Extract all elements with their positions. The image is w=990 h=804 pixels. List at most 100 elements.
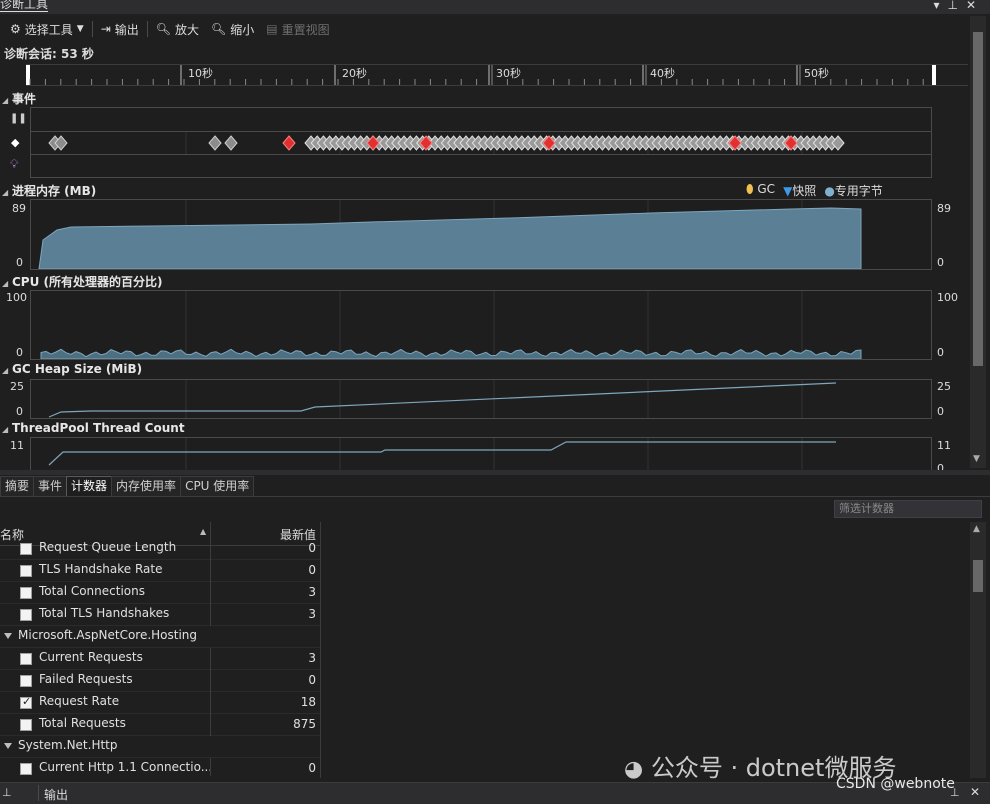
collapse-icon[interactable]: ◢ [2, 188, 8, 197]
gc-marker-icon: ⬮ [746, 182, 754, 196]
legend-snapshot-label: 快照 [792, 184, 817, 198]
reset-view-button[interactable]: ▤ 重置视图 [260, 18, 335, 40]
tab-cpu-usage[interactable]: CPU 使用率 [180, 476, 255, 496]
scroll-up-icon[interactable]: ▲ [973, 524, 980, 534]
counter-checkbox[interactable] [20, 763, 32, 775]
zoom-out-button[interactable]: 🔍︎ 缩小 [205, 18, 260, 40]
counter-row[interactable]: Request Rate 18 [0, 692, 320, 714]
counter-group-row[interactable]: Microsoft.AspNetCore.Hosting [0, 626, 320, 648]
tab-events[interactable]: 事件 [33, 476, 68, 496]
counter-name: Request Queue Length [39, 540, 177, 554]
ruler-tick-label: 20秒 [342, 67, 367, 80]
counter-row[interactable]: Total Requests 875 [0, 714, 320, 736]
threadpool-max-left: 11 [10, 439, 24, 452]
legend-gc-label: GC [757, 182, 776, 196]
chevron-down-icon: ▼ [76, 24, 84, 34]
counter-row[interactable]: Current Http 1.1 Connectio... 0 [0, 758, 320, 776]
expand-toggle-icon[interactable] [4, 633, 12, 639]
memory-section-header[interactable]: ◢ 进程内存 (MB) [2, 182, 96, 199]
gcheap-min-left: 0 [16, 405, 23, 418]
splitter[interactable] [0, 470, 990, 475]
lower-scrollbar-thumb[interactable] [973, 560, 983, 592]
lightbulb-icon: 💡︎ [10, 157, 19, 171]
tab-memory-usage[interactable]: 内存使用率 [111, 476, 182, 496]
cpu-chart[interactable] [30, 290, 932, 360]
gcheap-section-header[interactable]: ◢ GC Heap Size (MiB) [2, 362, 142, 376]
counter-latest-value: 0 [308, 541, 316, 555]
upper-scrollbar-thumb[interactable] [973, 32, 983, 366]
close-icon[interactable]: ✕ [970, 785, 980, 799]
collapse-icon[interactable]: ◢ [2, 96, 8, 105]
counter-name: Failed Requests [39, 672, 133, 686]
cpu-max-left: 100 [6, 291, 27, 304]
counter-row[interactable]: Failed Requests 0 [0, 670, 320, 692]
pin-icon[interactable]: ⊥ [947, 0, 965, 12]
counter-checkbox[interactable] [20, 543, 32, 555]
timeline-ruler[interactable]: 10秒 20秒 30秒 40秒 50秒 [26, 64, 968, 86]
counter-group-row[interactable]: System.Net.Http [0, 736, 320, 758]
tab-counters[interactable]: 计数器 [66, 476, 113, 496]
counter-checkbox[interactable] [20, 609, 32, 621]
panel-window-controls[interactable]: ▾⊥✕ [933, 0, 984, 12]
counter-checkbox[interactable] [20, 695, 32, 709]
pin-icon[interactable]: ⊥ [2, 786, 12, 799]
collapse-icon[interactable]: ◢ [2, 425, 8, 434]
memory-chart[interactable] [30, 199, 932, 270]
threadpool-max-right: 11 [937, 439, 951, 452]
counter-name: Total Requests [39, 716, 126, 730]
counter-checkbox[interactable] [20, 675, 32, 687]
counter-row[interactable]: Current Requests 3 [0, 648, 320, 670]
memory-area [38, 200, 862, 270]
counter-row[interactable]: Request Queue Length 0 [0, 538, 320, 560]
cpu-area [40, 291, 862, 360]
counter-row[interactable]: Total TLS Handshakes 3 [0, 604, 320, 626]
counter-name: Total Connections [39, 584, 145, 598]
memory-max-left: 89 [12, 202, 26, 215]
gcheap-min-right: 0 [937, 405, 944, 418]
memory-legend: ⬮ GC ▼快照 ●专用字节 [746, 182, 883, 199]
pause-icon: ❚❚ [10, 113, 27, 124]
close-icon[interactable]: ✕ [966, 0, 984, 12]
events-track[interactable] [30, 107, 932, 178]
gcheap-title: GC Heap Size (MiB) [11, 362, 143, 376]
detail-tabs: 摘要 事件 计数器 内存使用率 CPU 使用率 [0, 476, 255, 496]
counter-filter-input[interactable]: 筛选计数器 [834, 500, 982, 518]
zoom-out-icon: 🔍︎ [211, 22, 227, 36]
counter-checkbox[interactable] [20, 565, 32, 577]
counter-row[interactable]: Total Connections 3 [0, 582, 320, 604]
cpu-min-left: 0 [16, 346, 23, 359]
tab-summary[interactable]: 摘要 [0, 476, 35, 496]
expand-toggle-icon[interactable] [4, 743, 12, 749]
cpu-section-header[interactable]: ◢ CPU (所有处理器的百分比) [2, 273, 162, 290]
zoom-out-label: 缩小 [230, 22, 255, 37]
scroll-down-icon[interactable]: ▼ [973, 454, 980, 464]
gcheap-line [48, 380, 837, 418]
zoom-in-label: 放大 [175, 22, 200, 37]
counter-latest-value: 18 [300, 695, 316, 709]
upper-scrollbar[interactable]: ▼ [970, 16, 986, 468]
wechat-icon: ◕ [624, 757, 644, 782]
events-section-header[interactable]: ◢ 事件 [2, 90, 36, 107]
sort-ascending-icon[interactable]: ▲ [200, 527, 206, 536]
lower-scrollbar[interactable]: ▲ [970, 522, 986, 778]
reset-view-icon: ▤ [266, 22, 278, 36]
collapse-icon[interactable]: ◢ [2, 366, 8, 375]
counter-checkbox[interactable] [20, 653, 32, 665]
panel-title: 诊断工具 [0, 0, 49, 12]
select-tool-button[interactable]: ⚙ 选择工具 ▼ [4, 18, 90, 40]
gcheap-chart[interactable] [30, 379, 932, 419]
counter-name: Current Requests [39, 650, 143, 664]
threadpool-chart[interactable] [30, 437, 932, 472]
events-diamonds[interactable] [31, 132, 931, 154]
output-button[interactable]: ⇥ 输出 [95, 18, 145, 40]
legend-gc: ⬮ GC [746, 182, 775, 199]
collapse-icon[interactable]: ◢ [2, 279, 8, 288]
counter-checkbox[interactable] [20, 719, 32, 731]
threadpool-section-header[interactable]: ◢ ThreadPool Thread Count [2, 421, 185, 435]
counter-checkbox[interactable] [20, 587, 32, 599]
zoom-in-button[interactable]: 🔍︎ 放大 [150, 18, 205, 40]
output-icon: ⇥ [100, 22, 111, 36]
counter-row[interactable]: TLS Handshake Rate 0 [0, 560, 320, 582]
output-tab[interactable]: 输出 [44, 786, 68, 803]
dropdown-icon[interactable]: ▾ [933, 0, 947, 12]
